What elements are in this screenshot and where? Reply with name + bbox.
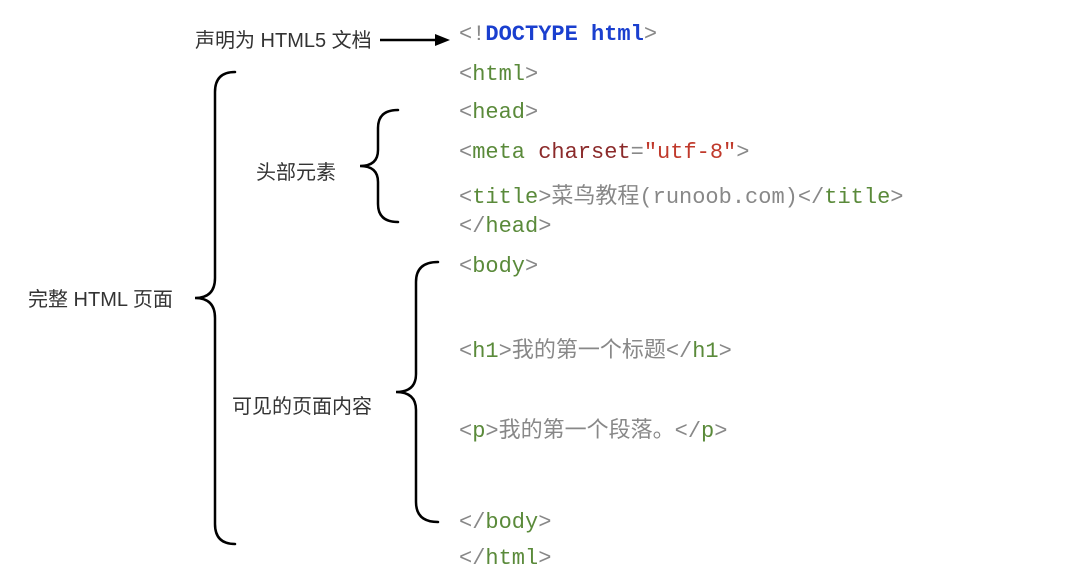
doctype-declaration-label: 声明为 HTML5 文档: [195, 24, 372, 53]
code-line-h1: <h1>我的第一个标题</h1>: [459, 332, 732, 364]
code-line-body-close: </body>: [459, 510, 551, 535]
code-line-doctype: <!DOCTYPE html>: [459, 22, 657, 47]
code-line-html-close: </html>: [459, 546, 551, 571]
brace-full-page: [185, 72, 235, 544]
arrow-icon: [380, 33, 450, 47]
code-line-p: <p>我的第一个段落。</p>: [459, 412, 727, 444]
full-html-page-label: 完整 HTML 页面: [28, 283, 173, 312]
brace-head: [348, 110, 398, 222]
code-line-title: <title>菜鸟教程(runoob.com)</title>: [459, 178, 903, 210]
code-line-html-open: <html>: [459, 62, 538, 87]
code-line-meta: <meta charset="utf-8">: [459, 140, 749, 165]
body-section-label: 可见的页面内容: [232, 390, 372, 419]
code-line-head-close: </head>: [459, 214, 551, 239]
code-line-head-open: <head>: [459, 100, 538, 125]
brace-body: [388, 262, 438, 522]
head-section-label: 头部元素: [256, 156, 336, 185]
code-line-body-open: <body>: [459, 254, 538, 279]
